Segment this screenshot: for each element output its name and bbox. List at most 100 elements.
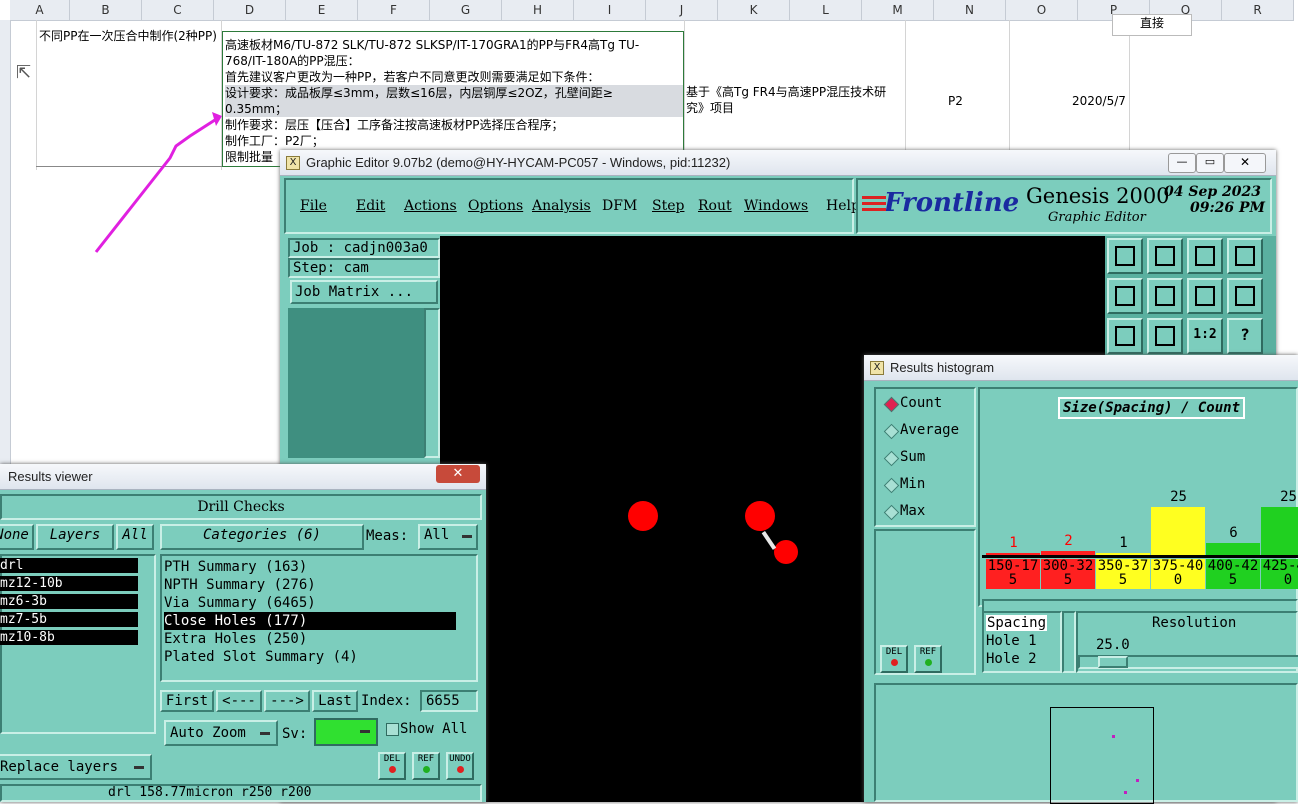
tool-move-up-icon[interactable] (1107, 238, 1143, 274)
tool-left-icon[interactable] (1107, 278, 1143, 314)
cell-d-line: 高速板材M6/TU-872 SLK/TU-872 SLKSP/IT-170GRA… (225, 38, 640, 52)
index-field[interactable]: 6655 (420, 690, 478, 712)
prev-button[interactable]: <--- (216, 690, 262, 712)
mode-label: Average (900, 422, 960, 438)
column-header-m[interactable]: M (862, 0, 934, 21)
cell-b[interactable]: 不同PP在一次压合中制作(2种PP) (39, 28, 219, 44)
category-list[interactable]: PTH Summary (163) NPTH Summary (276) Via S… (160, 554, 478, 682)
tool-scale-button[interactable]: 1:2 (1187, 318, 1223, 354)
job-matrix-button[interactable]: Job Matrix ... (290, 280, 438, 304)
column-header-b[interactable]: B (70, 0, 142, 21)
meas-select[interactable]: All (418, 524, 478, 550)
histogram-bar[interactable] (1206, 543, 1260, 555)
del-button[interactable]: DEL (378, 752, 406, 780)
menu-help[interactable]: Help (826, 198, 860, 214)
menu-step[interactable]: Step (652, 198, 684, 214)
category-rows: PTH Summary (163) NPTH Summary (276) Via S… (162, 556, 476, 666)
tool-right-icon[interactable] (1147, 278, 1183, 314)
del-label: DEL (383, 754, 401, 764)
column-header-l[interactable]: L (790, 0, 862, 21)
category-item[interactable]: Extra Holes (250) (164, 630, 476, 648)
next-button[interactable]: ---> (264, 690, 310, 712)
column-header-i[interactable]: I (574, 0, 646, 21)
bar-value-label: 25 (1170, 489, 1187, 505)
column-header-a[interactable]: A (10, 0, 70, 21)
replace-layers-select[interactable]: Replace layers (0, 754, 152, 780)
chart-title: Size(Spacing) / Count (1058, 397, 1246, 419)
menu-edit[interactable]: Edit (356, 198, 385, 214)
resolution-slider-thumb[interactable] (1098, 656, 1128, 668)
category-item[interactable]: Close Holes (177) (164, 612, 456, 630)
minimize-button[interactable]: — (1168, 153, 1196, 173)
category-item[interactable]: PTH Summary (163) (164, 558, 476, 576)
tool-home-icon[interactable] (1187, 238, 1223, 274)
category-item[interactable]: Via Summary (6465) (164, 594, 476, 612)
category-item[interactable]: Plated Slot Summary (4) (164, 648, 476, 666)
menu-rout[interactable]: Rout (698, 198, 732, 214)
histogram-bar[interactable] (1151, 507, 1205, 555)
column-header-d[interactable]: D (214, 0, 286, 21)
tool-zoom-icon[interactable] (1147, 318, 1183, 354)
menu-analysis[interactable]: Analysis (532, 198, 591, 214)
sv-color-select[interactable] (314, 718, 378, 746)
result-layer-item[interactable]: mz6-3b (0, 594, 138, 609)
menu-actions[interactable]: Actions (404, 198, 457, 214)
column-header-c[interactable]: C (142, 0, 214, 21)
maximize-button[interactable]: ▭ (1196, 153, 1224, 173)
cell-j[interactable]: 基于《高Tg FR4与高速PP混压技术研究》项目 (686, 84, 902, 116)
tool-grid-icon[interactable] (1227, 238, 1263, 274)
tool-fit-icon[interactable] (1107, 318, 1143, 354)
undo-button[interactable]: UNDO (446, 752, 474, 780)
column-header-n[interactable]: N (934, 0, 1006, 21)
column-header-h[interactable]: H (502, 0, 574, 21)
result-layer-item[interactable]: drl (0, 558, 138, 573)
cell-q-button[interactable]: 直接 (1112, 14, 1192, 36)
last-button[interactable]: Last (312, 690, 358, 712)
column-header-j[interactable]: J (646, 0, 718, 21)
tool-move-down-icon[interactable] (1147, 238, 1183, 274)
close-button[interactable]: ✕ (436, 465, 480, 483)
show-all-checkbox[interactable] (386, 723, 399, 736)
cell-m[interactable]: P2 (948, 93, 963, 109)
menu-dfm[interactable]: DFM (602, 198, 637, 214)
spacing-scrollbar[interactable] (1062, 611, 1076, 673)
first-button[interactable]: First (160, 690, 214, 712)
results-histogram-window: X Results histogram Count Average Sum Min Ma… (864, 355, 1298, 804)
hist-del-button[interactable]: DEL (880, 645, 908, 673)
none-button[interactable]: None (0, 524, 34, 550)
hist-ref-button[interactable]: REF (914, 645, 942, 673)
histogram-bar[interactable] (1261, 507, 1298, 555)
column-header-k[interactable]: K (718, 0, 790, 21)
logo-stripe (862, 208, 886, 211)
categories-button[interactable]: Categories (6) (160, 524, 364, 550)
result-layer-item[interactable]: mz12-10b (0, 576, 138, 591)
close-button[interactable]: ✕ (1224, 153, 1266, 173)
column-header-f[interactable]: F (358, 0, 430, 21)
column-header-e[interactable]: E (286, 0, 358, 21)
layer-result-list[interactable]: drl mz12-10b mz6-3b mz7-5b mz10-8b (0, 554, 156, 734)
layers-button[interactable]: Layers (36, 524, 114, 550)
tool-help-button[interactable]: ? (1227, 318, 1263, 354)
tool-route-icon[interactable] (1227, 278, 1263, 314)
menu-file[interactable]: File (300, 198, 327, 214)
result-layer-item[interactable]: mz7-5b (0, 612, 138, 627)
result-layer-item[interactable]: mz10-8b (0, 630, 138, 645)
menu-windows[interactable]: Windows (744, 198, 808, 214)
mode-label: Max (900, 503, 926, 519)
layer-scrollbar[interactable] (424, 308, 440, 458)
all-layers-button[interactable]: All (116, 524, 154, 550)
dropdown-indicator-icon (360, 730, 370, 733)
cell-d-selected[interactable]: 高速板材M6/TU-872 SLK/TU-872 SLKSP/IT-170GRA… (222, 31, 684, 167)
auto-zoom-select[interactable]: Auto Zoom (164, 720, 278, 746)
category-item[interactable]: NPTH Summary (276) (164, 576, 476, 594)
cell-o[interactable]: 2020/5/7 (1072, 93, 1126, 109)
tool-rotate-icon[interactable] (1187, 278, 1223, 314)
drill-pad (745, 501, 775, 531)
editor-titlebar: X Graphic Editor 9.07b2 (demo@HY-HYCAM-P… (280, 150, 1276, 176)
column-header-g[interactable]: G (430, 0, 502, 21)
column-header-o[interactable]: O (1006, 0, 1078, 21)
menu-options[interactable]: Options (468, 198, 523, 214)
hist-ref-label: REF (919, 647, 937, 657)
ref-button[interactable]: REF (412, 752, 440, 780)
column-header-r[interactable]: R (1222, 0, 1294, 21)
